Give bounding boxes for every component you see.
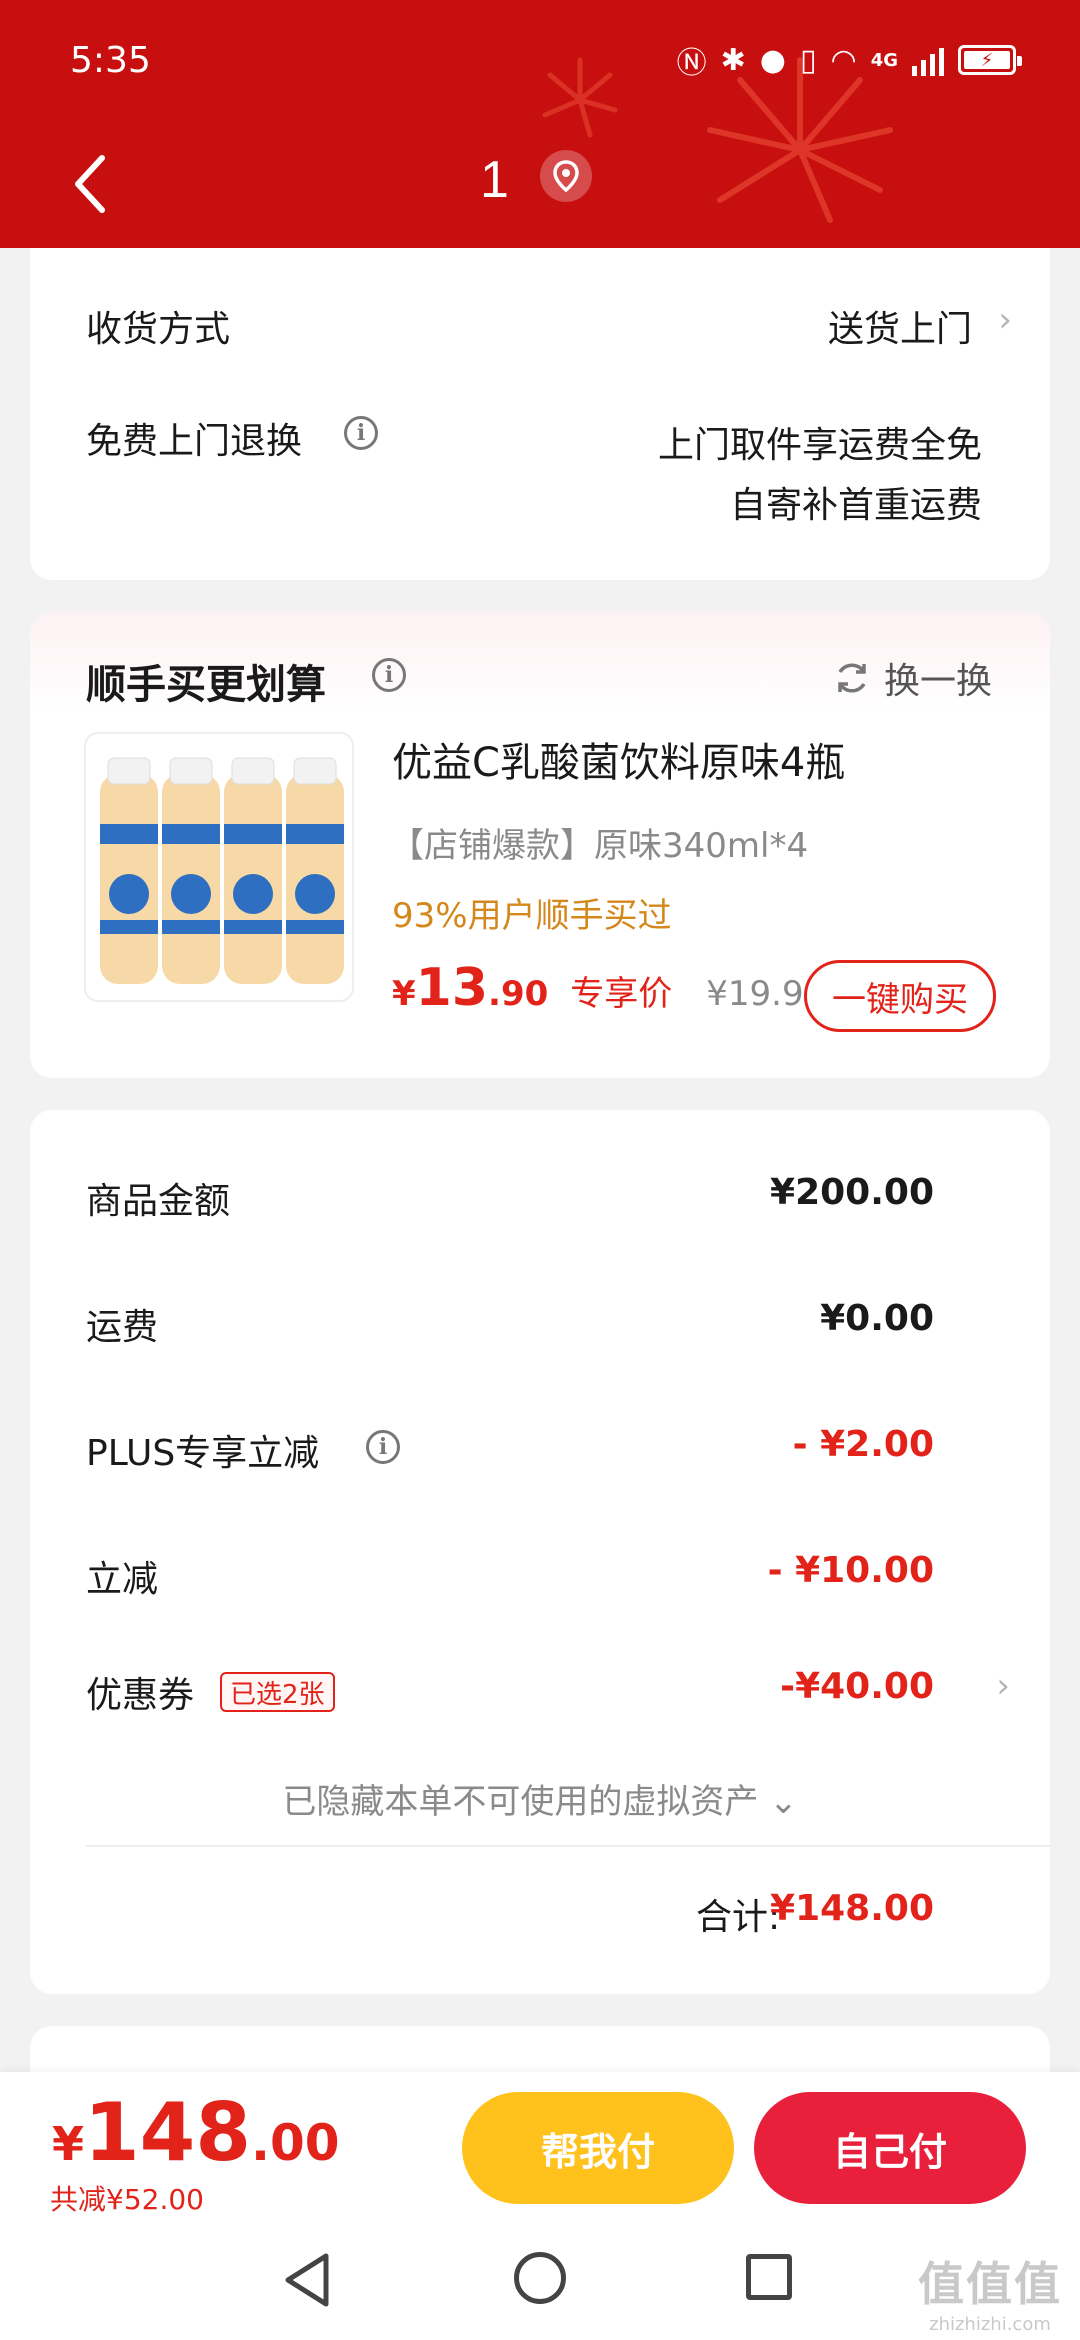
free-return-value-2: 自寄补首重运费 — [729, 485, 982, 526]
shipping-label: 运费 — [86, 1307, 159, 1348]
free-return-label: 免费上门退换 — [86, 421, 303, 462]
total-value: ¥148.00 — [770, 1888, 934, 1929]
instant-discount-value: - ¥10.00 — [767, 1550, 934, 1591]
price-summary-card: 商品金额 ¥200.00 运费 ¥0.00 PLUS专享立减 i - ¥2.00… — [30, 1110, 1050, 1994]
pay-symbol: ¥ — [52, 2117, 85, 2171]
pay-bar: ¥ 148 .00 共减¥52.00 帮我付 自己付 — [0, 2072, 1080, 2222]
back-button[interactable] — [50, 144, 130, 224]
hidden-assets-note[interactable]: 已隐藏本单不可使用的虚拟资产 ⌄ — [30, 1774, 1050, 1823]
system-back-icon[interactable] — [282, 2252, 332, 2308]
watermark-logo: 值值值 — [918, 2257, 1062, 2311]
free-return-value-1: 上门取件享运费全免 — [657, 425, 982, 466]
battery-icon: ⚡ — [958, 45, 1022, 75]
info-icon[interactable]: i — [372, 658, 406, 692]
vibrate-icon: ▯ — [799, 42, 817, 78]
delivery-method-label: 收货方式 — [86, 309, 231, 350]
shipping-value: ¥0.00 — [820, 1298, 934, 1339]
price-decimal: .90 — [488, 974, 549, 1014]
delivery-method-value[interactable]: 送货上门 — [828, 300, 972, 352]
location-status-icon: ● — [759, 42, 786, 78]
price-symbol: ¥ — [392, 974, 416, 1014]
plus-discount-label: PLUS专享立减 — [86, 1433, 320, 1474]
chevron-left-icon — [75, 155, 105, 213]
chevron-right-icon[interactable]: › — [996, 1666, 1010, 1706]
signal-icon — [912, 44, 944, 76]
page-title: 1 — [480, 151, 509, 209]
divider — [86, 1845, 1050, 1847]
pay-myself-button[interactable]: 自己付 — [754, 2092, 1026, 2204]
total-label: 合计: — [696, 1897, 781, 1938]
nav-bar: 1 — [0, 120, 1080, 248]
refresh-label: 换一换 — [883, 661, 992, 702]
price-integer: 13 — [415, 958, 489, 1018]
watermark-url: zhizhizhi.com — [929, 2314, 1051, 2335]
price-tag: 专享价 — [570, 974, 673, 1014]
status-bar: 5:35 Ⓝ ✱ ● ▯ ◠ 4G ⚡ — [0, 0, 1080, 120]
network-label: 4G — [870, 49, 898, 71]
clock: 5:35 — [70, 39, 151, 81]
bluetooth-icon: ✱ — [720, 42, 746, 78]
refresh-button[interactable]: 换一换 — [832, 652, 992, 704]
delivery-card: 收货方式 送货上门 › 免费上门退换 i 上门取件享运费全免 自寄补首重运费 — [30, 210, 1050, 580]
product-buy-rate: 93%用户顺手买过 — [392, 896, 672, 936]
coupon-selected-tag: 已选2张 — [220, 1672, 335, 1712]
watermark: 值值值 zhizhizhi.com — [918, 2248, 1062, 2335]
system-recents-icon[interactable] — [746, 2254, 792, 2300]
coupon-label: 优惠券 — [86, 1675, 195, 1716]
chevron-right-icon[interactable]: › — [998, 300, 1012, 340]
upsell-title: 顺手买更划算 — [86, 662, 326, 708]
pay-amount-decimal: .00 — [251, 2114, 340, 2172]
upsell-card: 顺手买更划算 i 换一换 优益C乳酸菌饮料原味4瓶 【店铺爆款】原味340ml*… — [30, 612, 1050, 1078]
plus-discount-value: - ¥2.00 — [792, 1424, 934, 1465]
instant-discount-label: 立减 — [86, 1559, 159, 1600]
product-image[interactable] — [84, 732, 354, 1002]
wifi-icon: ◠ — [830, 42, 857, 78]
product-price: ¥ 13 .90 专享价 ¥19.90 — [392, 958, 825, 1018]
goods-amount-value: ¥200.00 — [770, 1172, 934, 1213]
pay-total: ¥ 148 .00 — [52, 2086, 340, 2179]
location-pin-icon[interactable] — [540, 150, 592, 202]
nfc-icon: Ⓝ — [676, 46, 707, 81]
product-spec: 【店铺爆款】原味340ml*4 — [390, 826, 809, 866]
pay-amount-integer: 148 — [84, 2086, 252, 2179]
one-click-buy-button[interactable]: 一键购买 — [804, 960, 996, 1032]
refresh-icon — [838, 663, 866, 693]
system-nav-bar: 值值值 zhizhizhi.com — [0, 2222, 1080, 2340]
info-icon[interactable]: i — [366, 1430, 400, 1464]
total-saved: 共减¥52.00 — [50, 2183, 204, 2216]
product-name[interactable]: 优益C乳酸菌饮料原味4瓶 — [392, 730, 845, 788]
status-icons: Ⓝ ✱ ● ▯ ◠ 4G ⚡ — [676, 38, 1022, 82]
header: 5:35 Ⓝ ✱ ● ▯ ◠ 4G ⚡ 1 — [0, 0, 1080, 248]
coupon-value[interactable]: -¥40.00 — [780, 1666, 934, 1707]
help-me-pay-button[interactable]: 帮我付 — [462, 2092, 734, 2204]
goods-amount-label: 商品金额 — [86, 1181, 231, 1222]
system-home-icon[interactable] — [514, 2252, 566, 2304]
info-icon[interactable]: i — [344, 416, 378, 450]
